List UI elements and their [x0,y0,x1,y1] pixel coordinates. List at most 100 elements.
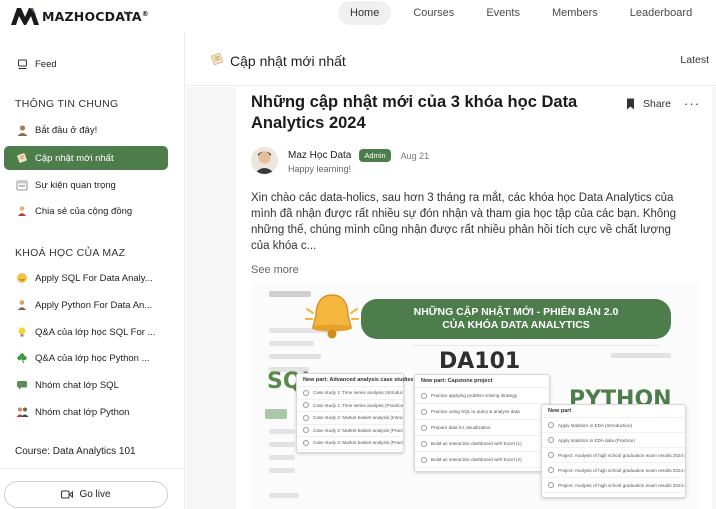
sidebar-item-qa-python[interactable]: Q&A của lớp học Python ... [4,346,168,370]
video-camera-icon [61,490,74,499]
lightbulb-icon [15,325,29,339]
banner-bg-line [611,353,671,358]
banner-card-sql: New part: Advanced analysis case studies… [296,373,413,453]
go-live-button[interactable]: Go live [4,481,168,508]
sidebar-item-feed[interactable]: Feed [4,52,168,76]
sidebar-course-name[interactable]: Course: Data Analytics 101 [15,446,136,457]
sidebar-item-label: Cập nhật mới nhất [35,152,114,164]
top-nav: Home Courses Events Members Leaderboard [338,1,714,25]
post-body: Xin chào các data-holics, sau hơn 3 thán… [251,192,677,252]
page-title-text: Cập nhật mới nhất [230,52,346,69]
sidebar-item-label: Sự kiện quan trọng [35,179,116,191]
admin-badge: Admin [359,149,391,162]
card-da-row: Practice applying problem solving strate… [415,388,549,404]
banner-bg-divider [411,345,661,346]
main-header: Cập nhật mới nhất Latest [186,32,716,86]
card-da-head: New part: Capstone project [415,375,549,388]
go-live-label: Go live [79,489,111,500]
sidebar-item-chat-python[interactable]: Nhóm chat lớp Python [4,400,168,424]
sidebar-item-label: Q&A của lớp học SQL For ... [35,326,156,338]
chevron-down-icon[interactable] [122,8,132,18]
sidebar-item-label: Feed [35,58,57,70]
post-banner-image[interactable]: NHỮNG CẬP NHẬT MỚI - PHIÊN BẢN 2.0 CỦA K… [251,283,699,509]
card-da-row: Prepare data for visualization [415,420,549,436]
person-icon [15,298,29,312]
scroll-icon [210,52,224,69]
sidebar-item-label: Q&A của lớp học Python ... [35,352,150,364]
nav-leaderboard[interactable]: Leaderboard [620,1,702,25]
sidebar-item-latest-updates[interactable]: Cập nhật mới nhất [4,146,168,170]
person-icon [15,123,29,137]
banner-bg-line [269,468,295,473]
nav-members[interactable]: Members [542,1,608,25]
banner-card-python: New part Apply statistics in EDA (Introd… [541,404,686,498]
sidebar-item-label: Apply SQL For Data Analy... [35,272,153,284]
card-da-row: Build an interactive dashboard with Exce… [415,452,549,468]
card-sql-row: Case study 2: Market basket analysis (Pr… [297,425,403,437]
brand-name: MAZHOCDATA® [42,8,149,24]
sidebar-divider [0,468,184,469]
nav-events[interactable]: Events [476,1,530,25]
card-sql-row: Case study 1: Time series analysis (Prac… [297,400,403,412]
feed: Những cập nhật mới của 3 khóa học Data A… [186,87,716,509]
avatar[interactable] [251,147,278,174]
sort-dropdown[interactable]: Latest [680,54,709,66]
sidebar-item-chat-sql[interactable]: Nhóm chat lớp SQL [4,373,168,397]
author-name[interactable]: Maz Học Data [288,150,351,161]
sidebar-item-qa-sql[interactable]: Q&A của lớp học SQL For ... [4,320,168,344]
person-sharing-icon [15,204,29,218]
sidebar-section-courses: KHOÁ HỌC CỦA MAZ [15,247,126,259]
sidebar-section-general: THÔNG TIN CHUNG [15,98,119,110]
sidebar-item-events[interactable]: Sự kiện quan trọng [4,173,168,197]
sidebar-item-label: Apply Python For Data An... [35,299,153,311]
sidebar-item-label: Nhóm chat lớp Python [35,406,130,418]
banner-bg-line [269,442,295,447]
see-more-link[interactable]: See more [251,264,299,276]
banner-bg-line [269,493,299,498]
sidebar-item-label: Nhóm chat lớp SQL [35,379,119,391]
card-da-row: Practice using SQL to query & analyze da… [415,404,549,420]
nav-courses[interactable]: Courses [403,1,464,25]
card-py-row: Project: Analysis of high school graduat… [542,478,685,493]
mazhocdata-logo-icon [11,8,39,25]
bookmark-icon[interactable] [626,98,635,110]
banner-bg-line [269,354,321,359]
smile-face-icon [15,271,29,285]
card-py-row: Apply statistics in EDA (Introduction) [542,418,685,433]
banner-headline-pill: NHỮNG CẬP NHẬT MỚI - PHIÊN BẢN 2.0 CỦA K… [361,299,671,339]
banner-card-da101: New part: Capstone project Practice appl… [414,374,550,472]
author-headline: Happy learning! [288,164,352,174]
card-py-row: Project: Analysis of high school graduat… [542,448,685,463]
post-actions: Share ··· [626,96,700,111]
banner-line-1: NHỮNG CẬP NHẬT MỚI - PHIÊN BẢN 2.0 [413,306,619,318]
top-bar: MAZHOCDATA® Home Courses Events Members … [0,0,716,30]
more-options-icon[interactable]: ··· [684,96,700,111]
card-py-row: Apply statistics in EDA data (Practice) [542,433,685,448]
sidebar-item-start-here[interactable]: Bắt đầu ở đây! [4,118,168,142]
banner-bg-line [269,429,295,434]
post-title[interactable]: Những cập nhật mới của 3 khóa học Data A… [251,92,601,134]
card-py-row: Project: Analysis of high school graduat… [542,463,685,478]
sidebar-item-apply-sql[interactable]: Apply SQL For Data Analy... [4,266,168,290]
banner-line-2: CỦA KHÓA DATA ANALYTICS [442,319,590,331]
feed-icon [15,57,29,71]
clover-icon [15,351,29,365]
sidebar-item-label: Chia sẻ của cộng đồng [35,205,133,217]
card-da-row: Build an interactive dashboard with Exce… [415,436,549,452]
sidebar-item-community[interactable]: Chia sẻ của cộng đồng [4,199,168,223]
people-icon [15,405,29,419]
calendar-icon [15,178,29,192]
nav-home[interactable]: Home [338,1,392,25]
card-py-head: New part [542,405,685,418]
page-title: Cập nhật mới nhất [210,52,346,69]
banner-bg-active [265,409,287,419]
bell-icon [305,294,359,339]
banner-bg-line [269,455,295,460]
sidebar-item-apply-python[interactable]: Apply Python For Data An... [4,293,168,317]
post-card: Những cập nhật mới của 3 khóa học Data A… [236,87,712,509]
card-sql-head: New part: Advanced analysis case studies [297,374,413,387]
banner-word-da101: DA101 [439,349,521,374]
chat-icon [15,378,29,392]
share-button[interactable]: Share [643,98,671,110]
post-date: Aug 21 [400,150,430,161]
